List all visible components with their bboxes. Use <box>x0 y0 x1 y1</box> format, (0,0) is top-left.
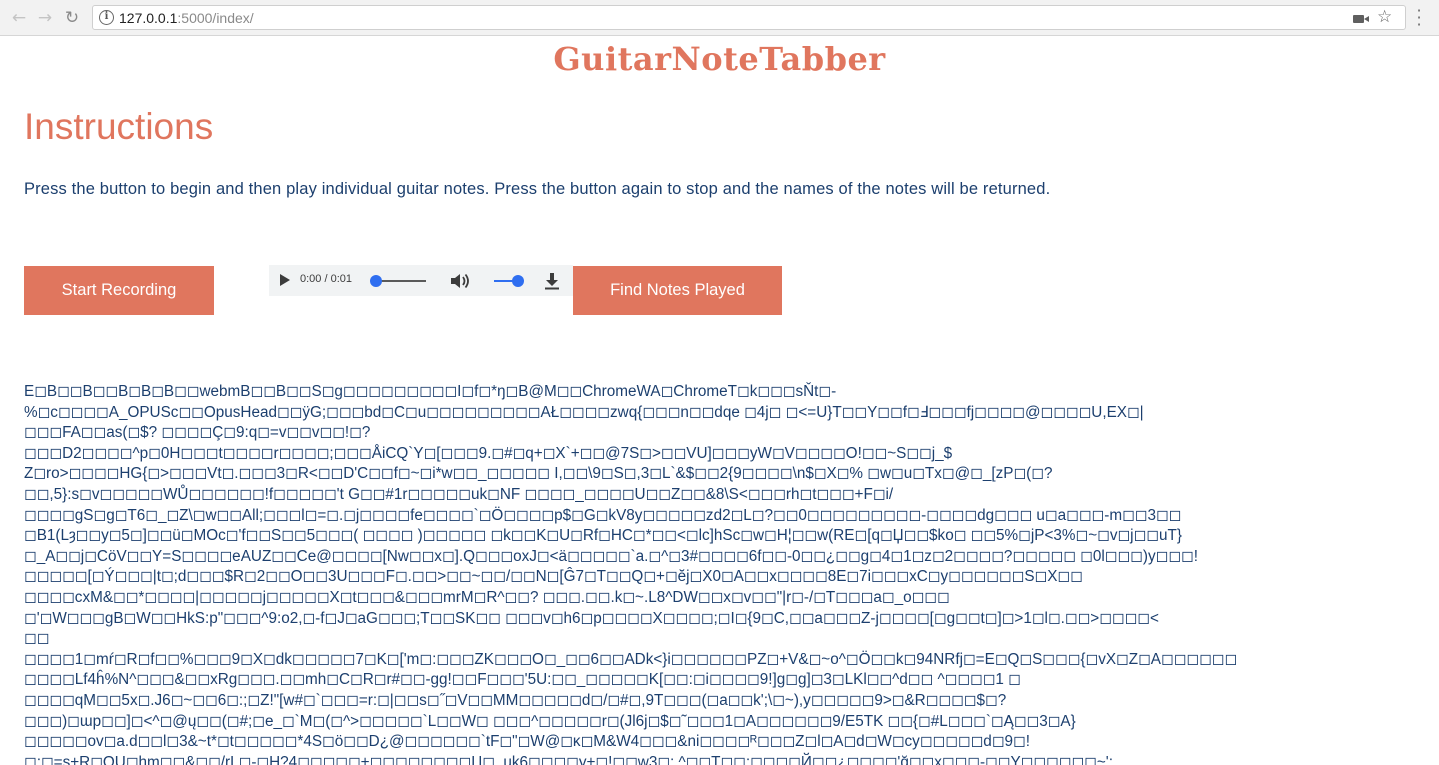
instructions-heading: Instructions <box>24 106 214 147</box>
address-bar[interactable]: i 127.0.0.1:5000/index/ ☆ <box>92 5 1406 30</box>
notes-output: E◻B◻◻B◻◻B◻B◻B◻◻webmB◻◻B◻◻S◻g◻◻◻◻◻◻◻◻◻I◻f… <box>24 382 1439 765</box>
seek-bar[interactable] <box>375 280 426 282</box>
start-recording-button[interactable]: Start Recording <box>24 266 214 315</box>
output-line: ◻_A◻◻j◻CöV◻◻Y=S◻◻◻◻eAUZ◻◻Ce@◻◻◻◻[Nw◻◻x◻]… <box>24 547 1198 565</box>
forward-icon[interactable]: → <box>35 8 55 28</box>
menu-icon[interactable]: · · · <box>1414 3 1424 33</box>
output-line: ◻;◻=s+R◻QU◻hɱ◻◻&◻◻/rL◻-◻H?4◻◻◻◻◻+◻◻◻◻◻◻◻… <box>24 753 1113 765</box>
output-line: %◻c◻◻◻◻A_OPUSc◻◻OpusHead◻◻ÿG;◻◻◻bd◻C◻u◻◻… <box>24 403 1144 421</box>
output-line: ◻◻ <box>24 630 50 648</box>
audio-player: 0:00 / 0:01 <box>269 265 573 296</box>
output-line: ◻◻◻FA◻◻as(◻$? ◻◻◻◻Ç◻9:q◻=v◻◻v◻◻!◻? <box>24 424 371 442</box>
output-line: ◻'◻W◻◻◻gB◻W◻◻HkS:p"◻◻◻^9:o2,◻-f◻J◻aG◻◻◻;… <box>24 609 1159 627</box>
output-line: ◻◻,5}:s◻v◻◻◻◻◻WŮ◻◻◻◻◻◻!f◻◻◻◻◻'t G◻◻#1r◻◻… <box>24 485 894 503</box>
output-line: ◻◻◻◻◻[◻Ý◻◻◻|t◻;d◻◻◻$R◻2◻◻O◻◻3U◻◻◻F◻.◻◻>◻… <box>24 568 1083 586</box>
download-icon[interactable] <box>544 272 560 290</box>
output-line: ◻◻◻◻gS◻g◻T6◻_◻Z\◻w◻◻All;◻◻◻l◻=◻.◻j◻◻◻◻fe… <box>24 506 1182 524</box>
volume-icon[interactable] <box>450 273 470 289</box>
instructions-text: Press the button to begin and then play … <box>24 180 1051 198</box>
output-line: ◻◻◻◻◻ov◻a.d◻◻l◻3&~t*◻t◻◻◻◻◻*4S◻ö◻◻D¿@◻◻◻… <box>24 733 1030 751</box>
url-path: :5000/index/ <box>177 10 254 26</box>
site-logo: GuitarNoteTabber <box>553 40 886 78</box>
browser-toolbar: ← → ↻ i 127.0.0.1:5000/index/ ☆ · · · <box>0 0 1439 36</box>
url-text[interactable]: 127.0.0.1:5000/index/ <box>119 9 254 27</box>
audio-time: 0:00 / 0:01 <box>300 273 352 285</box>
output-line: ◻◻◻◻cxM&◻◻*◻◻◻◻|◻◻◻◻◻j◻◻◻◻◻X◻t◻◻◻&◻◻◻mrM… <box>24 588 950 606</box>
output-line: ◻◻◻D2◻◻◻◻^p◻0H◻◻◻t◻◻◻◻r◻◻◻◻;◻◻◻ÅiCQ`Y◻[◻… <box>24 444 953 462</box>
output-line: ◻B1(Lȝ◻◻y◻5◻]◻◻ü◻MOc◻'f◻◻S◻◻5◻◻◻( ◻◻◻◻ )… <box>24 527 1182 545</box>
seek-handle[interactable] <box>370 275 382 287</box>
play-icon[interactable] <box>280 274 290 286</box>
back-icon[interactable]: ← <box>9 8 29 28</box>
output-line: Z◻ro>◻◻◻◻HG{◻>◻◻◻Vt◻.◻◻◻3◻R<◻◻D'C◻◻f◻~◻i… <box>24 465 1053 483</box>
url-host: 127.0.0.1 <box>119 10 178 26</box>
info-icon[interactable]: i <box>99 10 114 25</box>
output-line: E◻B◻◻B◻◻B◻B◻B◻◻webmB◻◻B◻◻S◻g◻◻◻◻◻◻◻◻◻I◻f… <box>24 383 837 400</box>
find-notes-button[interactable]: Find Notes Played <box>573 266 782 315</box>
output-line: ◻◻◻◻1◻mŕ◻R◻f◻◻%◻◻◻9◻X◻dk◻◻◻◻◻7◻K◻['m◻:◻◻… <box>24 650 1238 668</box>
reload-icon[interactable]: ↻ <box>62 8 82 28</box>
volume-handle[interactable] <box>512 275 524 287</box>
output-line: ◻◻◻◻Lf4ĥ%N^◻◻◻&◻◻xRg◻◻◻.◻◻mh◻C◻R◻r#◻◻-gg… <box>24 671 1021 689</box>
output-line: ◻◻◻)◻ɯp◻◻]◻<^◻@ų◻◻(◻#;◻e_◻`M◻(◻^>◻◻◻◻◻`L… <box>24 712 1076 730</box>
bookmark-star-icon[interactable]: ☆ <box>1377 7 1392 27</box>
output-line: ◻◻◻◻qM◻◻5x◻.J6◻~◻◻6◻:;◻Z!"[w#◻`◻◻◻=r:◻|◻… <box>24 691 1007 709</box>
camera-icon[interactable] <box>1353 15 1369 23</box>
